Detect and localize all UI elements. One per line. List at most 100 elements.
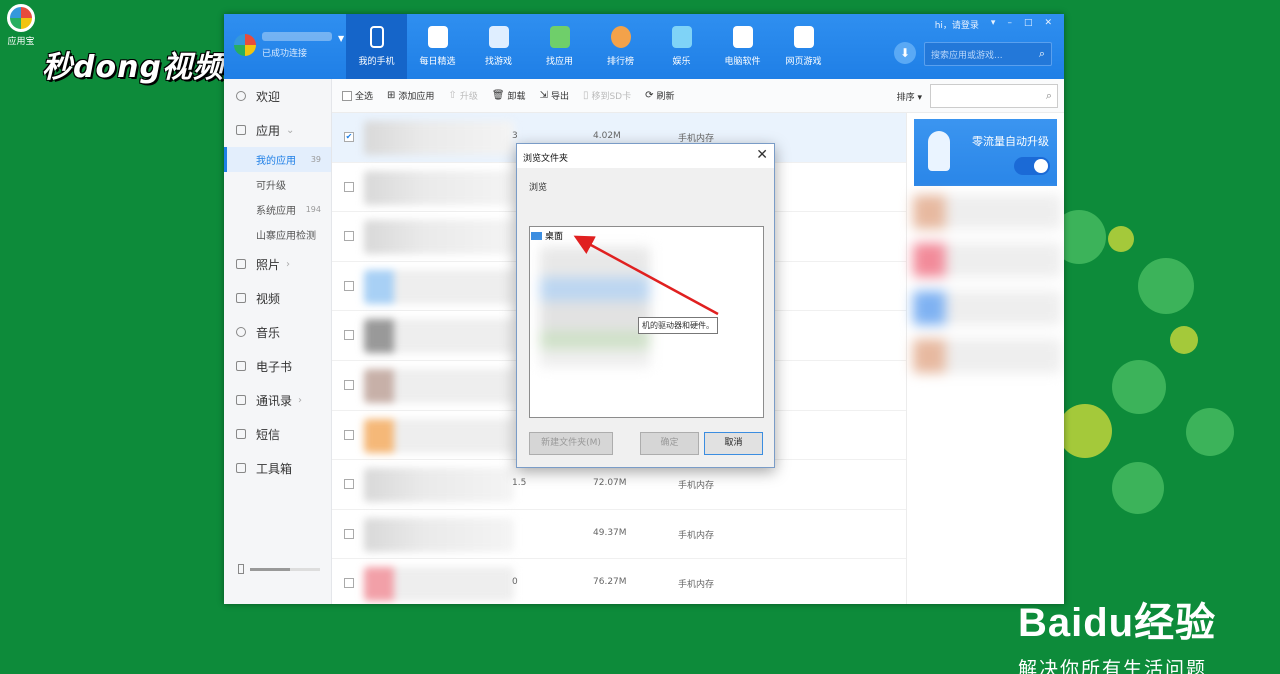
nav-daily-picks[interactable]: 每日精选 xyxy=(407,14,468,79)
row-checkbox[interactable] xyxy=(344,231,354,242)
chevron-down-icon[interactable]: ▼ xyxy=(338,34,344,43)
nav-games[interactable]: 找游戏 xyxy=(468,14,529,79)
folder-tree[interactable]: 桌面 机的驱动器和硬件。 xyxy=(529,226,764,418)
nav-apps[interactable]: 找应用 xyxy=(529,14,590,79)
row-checkbox[interactable] xyxy=(344,479,354,490)
table-row[interactable]: 0 76.27M 手机内存 xyxy=(332,559,906,604)
sidebar-sub-my-apps[interactable]: 我的应用 39 xyxy=(224,147,331,172)
tooltip: 机的驱动器和硬件。 xyxy=(638,317,718,334)
search-icon[interactable]: ⌕ xyxy=(1039,47,1045,61)
row-checkbox[interactable] xyxy=(344,181,354,192)
web-game-icon xyxy=(793,26,814,48)
nav-entertainment[interactable]: 娱乐 xyxy=(651,14,712,79)
close-icon[interactable]: ✕ xyxy=(1044,18,1052,31)
sidebar-item-photos[interactable]: 照片 › xyxy=(224,247,331,281)
dialog-title: 浏览文件夹 xyxy=(523,154,569,164)
deco-circle xyxy=(1138,258,1194,314)
move-sd-button[interactable]: ▯ 移到SD卡 xyxy=(583,89,631,102)
sidebar-item-music[interactable]: 音乐 xyxy=(224,315,331,349)
sort-dropdown[interactable]: 排序 ▾ xyxy=(897,90,922,103)
new-folder-button[interactable]: 新建文件夹(M) xyxy=(529,432,613,455)
sidebar-item-contacts[interactable]: 通讯录 › xyxy=(224,383,331,417)
menu-icon[interactable]: ▾ xyxy=(991,18,996,31)
toolbox-icon xyxy=(236,463,246,473)
close-icon[interactable]: ✕ xyxy=(756,147,768,163)
add-app-button[interactable]: ⊞ 添加应用 xyxy=(387,89,434,102)
nav-rankings[interactable]: 排行榜 xyxy=(590,14,651,79)
storage-indicator xyxy=(238,564,320,574)
auto-upgrade-banner: 零流量自动升级 xyxy=(914,119,1057,186)
sidebar-item-video[interactable]: 视频 xyxy=(224,281,331,315)
apps-grid-icon xyxy=(236,125,246,135)
deco-circle xyxy=(1112,360,1166,414)
welcome-icon xyxy=(236,91,246,101)
export-button[interactable]: ⇲ 导出 xyxy=(540,89,569,102)
row-checkbox[interactable] xyxy=(344,379,354,390)
device-name-blurred xyxy=(262,32,332,41)
window-controls: hi，请登录 ▾ – □ ✕ xyxy=(935,18,1052,31)
row-checkbox[interactable] xyxy=(344,280,354,291)
row-checkbox[interactable] xyxy=(344,330,354,341)
sidebar-item-toolbox[interactable]: 工具箱 xyxy=(224,451,331,485)
row-checkbox[interactable] xyxy=(344,578,354,589)
sidebar-item-ebook[interactable]: 电子书 xyxy=(224,349,331,383)
calendar-icon xyxy=(427,26,448,48)
list-search-input[interactable]: ⌕ xyxy=(930,84,1058,108)
table-row[interactable]: 49.37M 手机内存 xyxy=(332,510,906,560)
main-nav: 我的手机 每日精选 找游戏 找应用 排行榜 娱乐 电脑软件 网页游戏 xyxy=(346,14,834,79)
sidebar-sub-fake-app-check[interactable]: 山寨应用检测 xyxy=(224,222,331,247)
nav-pc-software[interactable]: 电脑软件 xyxy=(712,14,773,79)
add-icon: ⊞ xyxy=(387,90,396,101)
gamepad-icon xyxy=(488,26,509,48)
chevron-right-icon: › xyxy=(298,394,303,406)
row-checkbox[interactable] xyxy=(344,429,354,440)
contacts-icon xyxy=(236,395,246,405)
music-icon xyxy=(236,327,246,337)
ok-button[interactable]: 确定 xyxy=(640,432,699,455)
uninstall-button[interactable]: 🗑 卸载 xyxy=(492,89,526,102)
upgrade-button[interactable]: ⇧ 升级 xyxy=(448,89,477,102)
book-icon xyxy=(236,361,246,371)
device-connection[interactable]: 已成功连接 ▼ xyxy=(234,32,344,62)
minimize-icon[interactable]: – xyxy=(1007,18,1012,31)
sidebar-sub-upgradable[interactable]: 可升级 xyxy=(224,172,331,197)
deco-circle xyxy=(1058,404,1112,458)
refresh-icon: ⟳ xyxy=(645,90,654,101)
count-badge: 194 xyxy=(305,205,321,214)
tree-node-desktop[interactable]: 桌面 xyxy=(531,229,563,242)
sidebar-item-apps[interactable]: 应用 ⌄ xyxy=(224,113,331,147)
deco-circle xyxy=(1112,462,1164,514)
download-icon[interactable]: ⬇ xyxy=(894,42,916,64)
maximize-icon[interactable]: □ xyxy=(1024,18,1033,31)
sidebar-item-welcome[interactable]: 欢迎 xyxy=(224,79,331,113)
row-checkbox[interactable] xyxy=(344,528,354,539)
message-icon xyxy=(236,429,246,439)
right-panel: 零流量自动升级 xyxy=(906,113,1064,604)
connection-status: 已成功连接 xyxy=(262,49,308,59)
promo-title: 零流量自动升级 xyxy=(972,135,1049,148)
photo-icon xyxy=(236,259,246,269)
top-bar: 已成功连接 ▼ 我的手机 每日精选 找游戏 找应用 排行榜 娱乐 电脑软件 网页… xyxy=(224,14,1064,79)
device-logo-icon xyxy=(234,34,256,56)
yingyongbao-logo-icon xyxy=(7,4,35,32)
dialog-hint: 浏览 xyxy=(529,183,548,193)
nav-web-games[interactable]: 网页游戏 xyxy=(773,14,834,79)
search-input[interactable]: 搜索应用或游戏... ⌕ xyxy=(924,42,1052,66)
phone-icon xyxy=(369,26,384,48)
search-icon[interactable]: ⌕ xyxy=(1046,89,1052,103)
browse-folder-dialog: 浏览文件夹 ✕ 浏览 桌面 机的驱动器和硬件。 新建文件夹(M) 确定 取消 xyxy=(516,143,775,468)
nav-my-phone[interactable]: 我的手机 xyxy=(346,14,407,79)
sidebar: 欢迎 应用 ⌄ 我的应用 39 可升级 系统应用 194 山寨应用检测 照片 ›… xyxy=(224,79,332,604)
sidebar-item-sms[interactable]: 短信 xyxy=(224,417,331,451)
video-icon xyxy=(236,293,246,303)
sidebar-sub-system-apps[interactable]: 系统应用 194 xyxy=(224,197,331,222)
app-bag-icon xyxy=(549,26,570,48)
row-checkbox[interactable]: ✔ xyxy=(344,132,354,142)
login-link[interactable]: hi，请登录 xyxy=(935,18,979,31)
desktop-app-icon[interactable]: 应用宝 xyxy=(4,4,38,47)
rocket-icon xyxy=(928,131,950,171)
refresh-button[interactable]: ⟳ 刷新 xyxy=(645,89,674,102)
cancel-button[interactable]: 取消 xyxy=(704,432,763,455)
select-all-checkbox[interactable]: 全选 xyxy=(342,89,373,102)
auto-upgrade-toggle[interactable] xyxy=(1014,157,1050,175)
